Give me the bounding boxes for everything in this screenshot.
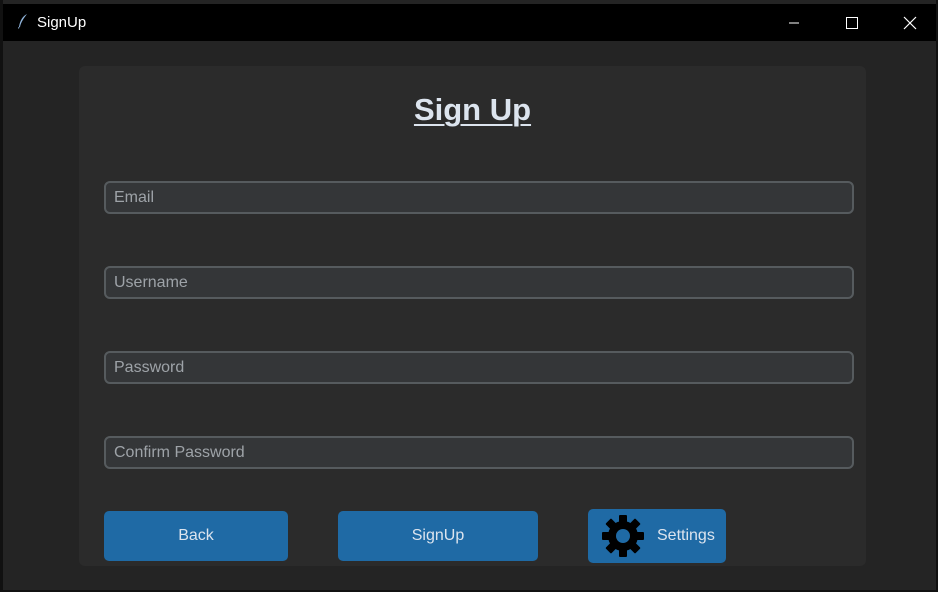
confirm-password-placeholder: Confirm Password [114, 443, 245, 461]
signup-window: SignUp Sign Up Email Username Password C… [0, 0, 938, 592]
password-placeholder: Password [114, 358, 185, 376]
minimize-icon [789, 22, 799, 23]
maximize-button[interactable] [829, 4, 875, 41]
close-button[interactable] [887, 4, 933, 41]
settings-button[interactable]: Settings [588, 509, 726, 563]
back-button[interactable]: Back [104, 511, 288, 561]
email-field[interactable]: Email [104, 181, 854, 214]
gear-icon [602, 515, 644, 557]
email-placeholder: Email [114, 188, 155, 206]
signup-button-label: SignUp [411, 527, 465, 544]
password-field[interactable]: Password [104, 351, 854, 384]
close-icon [903, 16, 917, 29]
minimize-button[interactable] [771, 4, 817, 41]
confirm-password-field[interactable]: Confirm Password [104, 436, 854, 469]
username-placeholder: Username [114, 273, 188, 291]
window-title: SignUp [37, 14, 87, 31]
back-button-label: Back [178, 527, 214, 544]
settings-button-label: Settings [657, 527, 715, 544]
username-field[interactable]: Username [104, 266, 854, 299]
page-title: Sign Up [413, 92, 532, 127]
signup-button[interactable]: SignUp [338, 511, 538, 561]
signup-card: Sign Up Email Username Password Confirm … [79, 66, 866, 566]
feather-icon [18, 14, 27, 29]
maximize-icon [846, 16, 858, 29]
title-bar[interactable]: SignUp [3, 4, 936, 41]
